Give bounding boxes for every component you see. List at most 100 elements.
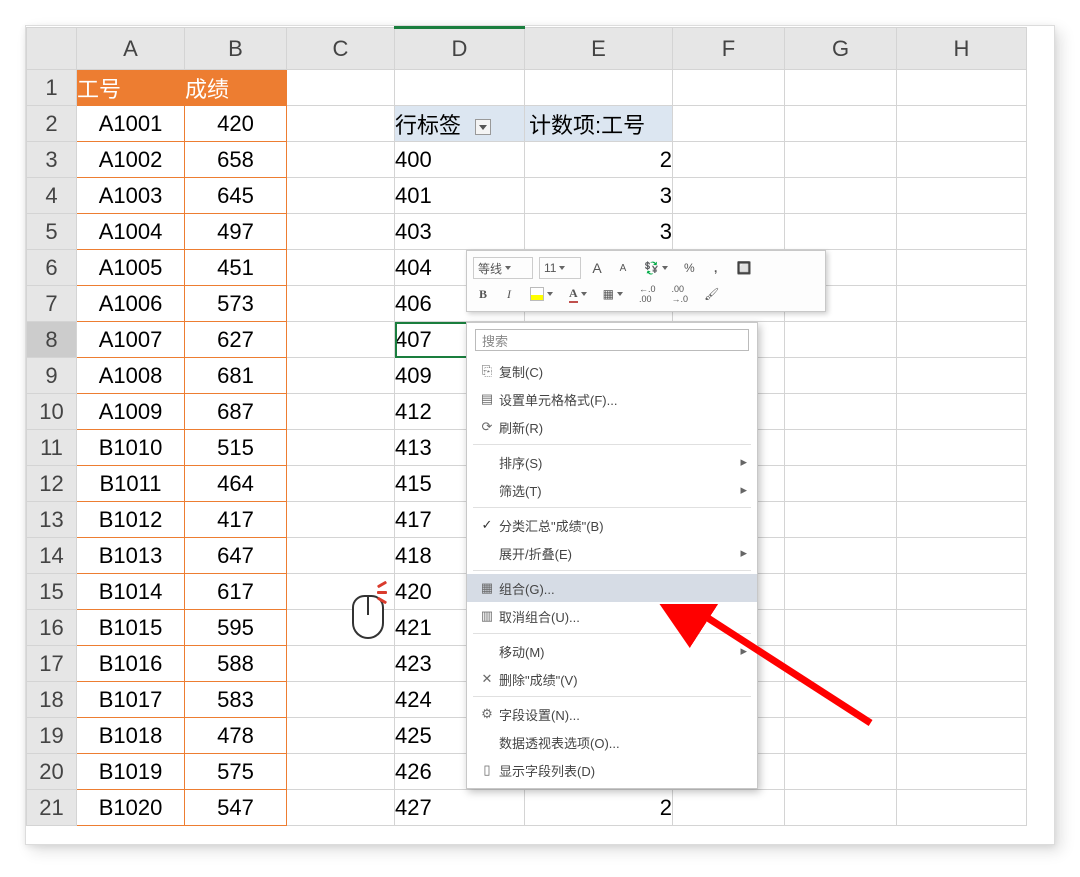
col-header-C[interactable]: C	[287, 28, 395, 70]
pivot-filter-dropdown[interactable]	[475, 119, 491, 135]
cell[interactable]	[897, 502, 1027, 538]
cell-score[interactable]: 478	[185, 718, 287, 754]
cell[interactable]	[897, 790, 1027, 826]
cell[interactable]	[897, 286, 1027, 322]
menu-field-settings[interactable]: ⚙字段设置(N)...	[467, 700, 757, 728]
menu-copy[interactable]: ⎘复制(C)	[467, 357, 757, 385]
menu-show-field-list[interactable]: ▯显示字段列表(D)	[467, 756, 757, 784]
fill-color-button[interactable]	[525, 283, 558, 305]
pivot-value-cell[interactable]: 2	[525, 790, 673, 826]
col-header-D[interactable]: D	[395, 28, 525, 70]
cell[interactable]	[897, 610, 1027, 646]
pivot-value-cell[interactable]: 3	[525, 178, 673, 214]
row-header[interactable]: 20	[27, 754, 77, 790]
cell-id[interactable]: A1009	[77, 394, 185, 430]
cell[interactable]	[395, 70, 525, 106]
format-painter-button[interactable]: 🔲	[732, 257, 757, 279]
cell-score[interactable]: 464	[185, 466, 287, 502]
cell-id[interactable]: B1013	[77, 538, 185, 574]
increase-decimal-button[interactable]: ←.0.00	[634, 283, 661, 305]
cell[interactable]	[785, 790, 897, 826]
cell[interactable]	[287, 70, 395, 106]
row-header[interactable]: 12	[27, 466, 77, 502]
cell[interactable]	[785, 754, 897, 790]
pivot-label-cell[interactable]: 401	[395, 178, 525, 214]
row-header[interactable]: 21	[27, 790, 77, 826]
menu-sort[interactable]: 排序(S)	[467, 448, 757, 476]
cell[interactable]	[287, 430, 395, 466]
cell-id[interactable]: A1001	[77, 106, 185, 142]
cell-id[interactable]: B1016	[77, 646, 185, 682]
menu-filter[interactable]: 筛选(T)	[467, 476, 757, 504]
cell[interactable]	[897, 754, 1027, 790]
pivot-rowlabel-header[interactable]: 行标签	[395, 106, 525, 142]
menu-ungroup[interactable]: ▥取消组合(U)...	[467, 602, 757, 630]
cell[interactable]	[287, 754, 395, 790]
cell[interactable]	[673, 178, 785, 214]
row-header[interactable]: 15	[27, 574, 77, 610]
cell-score[interactable]: 588	[185, 646, 287, 682]
cell-id[interactable]: B1010	[77, 430, 185, 466]
cell-id[interactable]: B1017	[77, 682, 185, 718]
cell[interactable]	[287, 358, 395, 394]
cell-id[interactable]: B1012	[77, 502, 185, 538]
cell[interactable]	[785, 394, 897, 430]
header-id[interactable]: 工号	[77, 70, 185, 106]
cell-score[interactable]: 647	[185, 538, 287, 574]
cell-id[interactable]: A1005	[77, 250, 185, 286]
cell-score[interactable]: 497	[185, 214, 287, 250]
cell[interactable]	[673, 70, 785, 106]
col-header-A[interactable]: A	[77, 28, 185, 70]
row-header[interactable]: 7	[27, 286, 77, 322]
cell[interactable]	[785, 682, 897, 718]
cell[interactable]	[785, 646, 897, 682]
cell[interactable]	[287, 502, 395, 538]
cell-score[interactable]: 658	[185, 142, 287, 178]
cell[interactable]	[287, 142, 395, 178]
cell[interactable]	[287, 466, 395, 502]
cell[interactable]	[897, 178, 1027, 214]
cell[interactable]	[785, 214, 897, 250]
row-header[interactable]: 18	[27, 682, 77, 718]
col-header-G[interactable]: G	[785, 28, 897, 70]
cell[interactable]	[897, 574, 1027, 610]
cell-score[interactable]: 681	[185, 358, 287, 394]
comma-style-button[interactable]: ,	[706, 257, 726, 279]
col-header-E[interactable]: E	[525, 28, 673, 70]
cell[interactable]	[785, 538, 897, 574]
cell[interactable]	[287, 538, 395, 574]
cell-id[interactable]: A1003	[77, 178, 185, 214]
cell[interactable]	[673, 142, 785, 178]
menu-pivot-options[interactable]: 数据透视表选项(O)...	[467, 728, 757, 756]
cell[interactable]	[897, 106, 1027, 142]
shrink-font-button[interactable]: A	[613, 257, 633, 279]
font-size-select[interactable]: 11	[539, 257, 581, 279]
menu-expand-collapse[interactable]: 展开/折叠(E)	[467, 539, 757, 567]
cell[interactable]	[673, 214, 785, 250]
borders-button[interactable]: ▦	[598, 283, 628, 305]
cell[interactable]	[287, 394, 395, 430]
cell-id[interactable]: B1014	[77, 574, 185, 610]
cell[interactable]	[897, 214, 1027, 250]
cell-score[interactable]: 420	[185, 106, 287, 142]
row-header[interactable]: 5	[27, 214, 77, 250]
cell[interactable]	[897, 142, 1027, 178]
percent-button[interactable]: %	[679, 257, 700, 279]
cell-score[interactable]: 547	[185, 790, 287, 826]
cell[interactable]	[287, 718, 395, 754]
clear-format-button[interactable]: 🖌	[699, 283, 724, 305]
cell[interactable]	[785, 430, 897, 466]
cell-id[interactable]: A1007	[77, 322, 185, 358]
cell[interactable]	[673, 790, 785, 826]
cell-id[interactable]: A1004	[77, 214, 185, 250]
cell-score[interactable]: 687	[185, 394, 287, 430]
menu-group[interactable]: ▦组合(G)...	[467, 574, 757, 602]
col-header-B[interactable]: B	[185, 28, 287, 70]
cell[interactable]	[785, 466, 897, 502]
cell-score[interactable]: 645	[185, 178, 287, 214]
cell-score[interactable]: 451	[185, 250, 287, 286]
font-color-button[interactable]: A	[564, 283, 592, 305]
cell[interactable]	[287, 286, 395, 322]
row-header[interactable]: 14	[27, 538, 77, 574]
cell[interactable]	[785, 142, 897, 178]
